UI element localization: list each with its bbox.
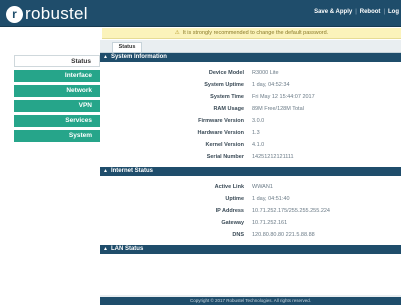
info-row: Firmware Version 3.0.0 (100, 115, 401, 127)
divider: | (355, 9, 357, 15)
info-row: Uptime 1 day, 04:51:40 (100, 193, 401, 205)
row-value: 14251212121111 (252, 154, 294, 160)
section-title: Internet Status (110, 168, 153, 174)
caret-up-icon: ▲ (103, 246, 108, 252)
save-apply-link[interactable]: Save & Apply (314, 9, 352, 15)
sidebar-nav: Status Interface Network VPN Services Sy… (14, 55, 100, 145)
row-label: System Time (210, 94, 244, 100)
info-row: Hardware Version 1.3 (100, 127, 401, 139)
robustel-logo[interactable]: r robustel (6, 4, 88, 24)
row-value: 10.71.252.161 (252, 220, 288, 226)
caret-up-icon: ▲ (103, 54, 108, 60)
row-label: IP Address (215, 208, 244, 214)
caret-up-icon: ▲ (103, 168, 108, 174)
row-value: WWAN1 (252, 184, 273, 190)
internet-status-rows: Active Link WWAN1 Uptime 1 day, 04:51:40 I… (100, 176, 401, 241)
row-value: 10.71.252.175/255.255.255.224 (252, 208, 330, 214)
logo-mark-icon: r (6, 5, 23, 23)
divider: | (383, 9, 385, 15)
row-label: Device Model (208, 70, 244, 76)
info-row: RAM Usage 89M Free/128M Total (100, 103, 401, 115)
sidebar-item-status[interactable]: Status (14, 55, 100, 67)
warning-triangle-icon: ⚠ (174, 30, 180, 36)
info-row: Serial Number 14251212121111 (100, 151, 401, 163)
section-title: LAN Status (110, 246, 144, 252)
logo-text: robustel (25, 4, 88, 23)
row-value: R3000 Lite (252, 70, 279, 76)
section-header-lan-status[interactable]: ▲ LAN Status (100, 245, 401, 254)
info-row: Device Model R3000 Lite (100, 67, 401, 79)
info-row: DNS 120.80.80.80 221.5.88.88 (100, 229, 401, 241)
system-info-rows: Device Model R3000 Lite System Uptime 1 da… (100, 62, 401, 163)
password-warning-banner: ⚠ It is strongly recommended to change th… (102, 28, 401, 39)
sidebar-item-interface[interactable]: Interface (14, 70, 100, 82)
header-actions: Save & Apply | Reboot | Log (314, 9, 399, 15)
info-row: Active Link WWAN1 (100, 181, 401, 193)
row-label: Kernel Version (205, 142, 244, 148)
section-title: System Information (110, 54, 167, 60)
row-value: 3.0.0 (252, 118, 265, 124)
row-label: Firmware Version (198, 118, 244, 124)
row-label: Serial Number (206, 154, 244, 160)
sidebar-item-vpn[interactable]: VPN (14, 100, 100, 112)
top-header: r robustel Save & Apply | Reboot | Log (0, 0, 401, 27)
sidebar-item-services[interactable]: Services (14, 115, 100, 127)
row-label: RAM Usage (213, 106, 244, 112)
info-row: System Time Fri May 12 15:44:07 2017 (100, 91, 401, 103)
section-header-internet-status[interactable]: ▲ Internet Status (100, 167, 401, 176)
row-value: 89M Free/128M Total (252, 106, 304, 112)
row-label: Gateway (221, 220, 244, 226)
status-content: ▲ System Information Device Model R3000 Li… (100, 52, 401, 295)
row-value: 120.80.80.80 221.5.88.88 (252, 232, 315, 238)
info-row: IP Address 10.71.252.175/255.255.255.224 (100, 205, 401, 217)
sidebar-item-system[interactable]: System (14, 130, 100, 142)
row-label: System Uptime (204, 82, 244, 88)
row-label: Uptime (225, 196, 244, 202)
row-value: 1 day, 04:52:34 (252, 82, 290, 88)
info-row: Kernel Version 4.1.0 (100, 139, 401, 151)
row-label: DNS (232, 232, 244, 238)
row-value: 4.1.0 (252, 142, 265, 148)
sidebar-item-network[interactable]: Network (14, 85, 100, 97)
logout-link[interactable]: Log (388, 9, 399, 15)
section-header-system-information[interactable]: ▲ System Information (100, 53, 401, 62)
row-value: 1 day, 04:51:40 (252, 196, 290, 202)
warning-text: It is strongly recommended to change the… (182, 30, 329, 36)
row-value: 1.3 (252, 130, 260, 136)
reboot-link[interactable]: Reboot (360, 9, 381, 15)
row-value: Fri May 12 15:44:07 2017 (252, 94, 315, 100)
tab-status[interactable]: Status (112, 42, 142, 52)
row-label: Active Link (214, 184, 244, 190)
info-row: System Uptime 1 day, 04:52:34 (100, 79, 401, 91)
footer-copyright: Copyright © 2017 Robustel Technologies. … (100, 297, 401, 305)
info-row: Gateway 10.71.252.161 (100, 217, 401, 229)
row-label: Hardware Version (197, 130, 244, 136)
